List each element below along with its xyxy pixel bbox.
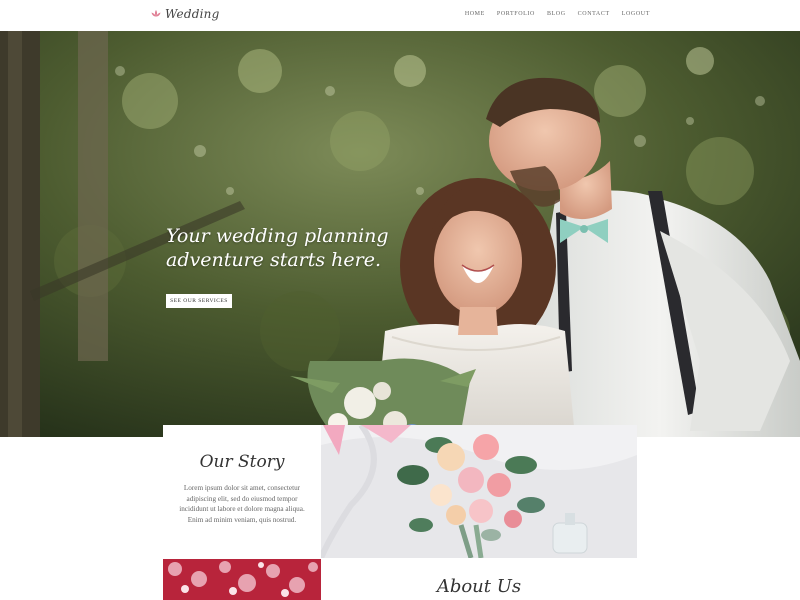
pink-flowers-photo bbox=[163, 559, 321, 600]
nav-logout[interactable]: LOGOUT bbox=[622, 11, 650, 17]
our-story-title: Our Story bbox=[199, 452, 285, 472]
bouquet-photo bbox=[321, 425, 637, 558]
our-story-card: Our Story Lorem ipsum dolor sit amet, co… bbox=[163, 425, 321, 559]
lotus-logo-icon bbox=[151, 10, 161, 17]
our-story-text: Lorem ipsum dolor sit amet, consectetur … bbox=[179, 484, 305, 524]
hero-title: Your wedding planning adventure starts h… bbox=[166, 225, 389, 271]
bouquet-image bbox=[321, 425, 637, 558]
see-our-services-button[interactable]: SEE OUR SERVICES bbox=[166, 294, 232, 308]
hero-section: Your wedding planning adventure starts h… bbox=[0, 31, 800, 437]
site-header: Wedding HOME PORTFOLIO BLOG CONTACT LOGO… bbox=[0, 0, 800, 31]
nav-contact[interactable]: CONTACT bbox=[578, 11, 610, 17]
nav-home[interactable]: HOME bbox=[465, 11, 485, 17]
main-nav: HOME PORTFOLIO BLOG CONTACT LOGOUT bbox=[465, 11, 650, 17]
nav-portfolio[interactable]: PORTFOLIO bbox=[497, 11, 535, 17]
logo-text: Wedding bbox=[165, 7, 220, 21]
nav-blog[interactable]: BLOG bbox=[547, 11, 566, 17]
site-logo[interactable]: Wedding bbox=[150, 7, 219, 21]
flowers-image bbox=[163, 559, 321, 600]
about-us-title: About Us bbox=[436, 576, 522, 597]
